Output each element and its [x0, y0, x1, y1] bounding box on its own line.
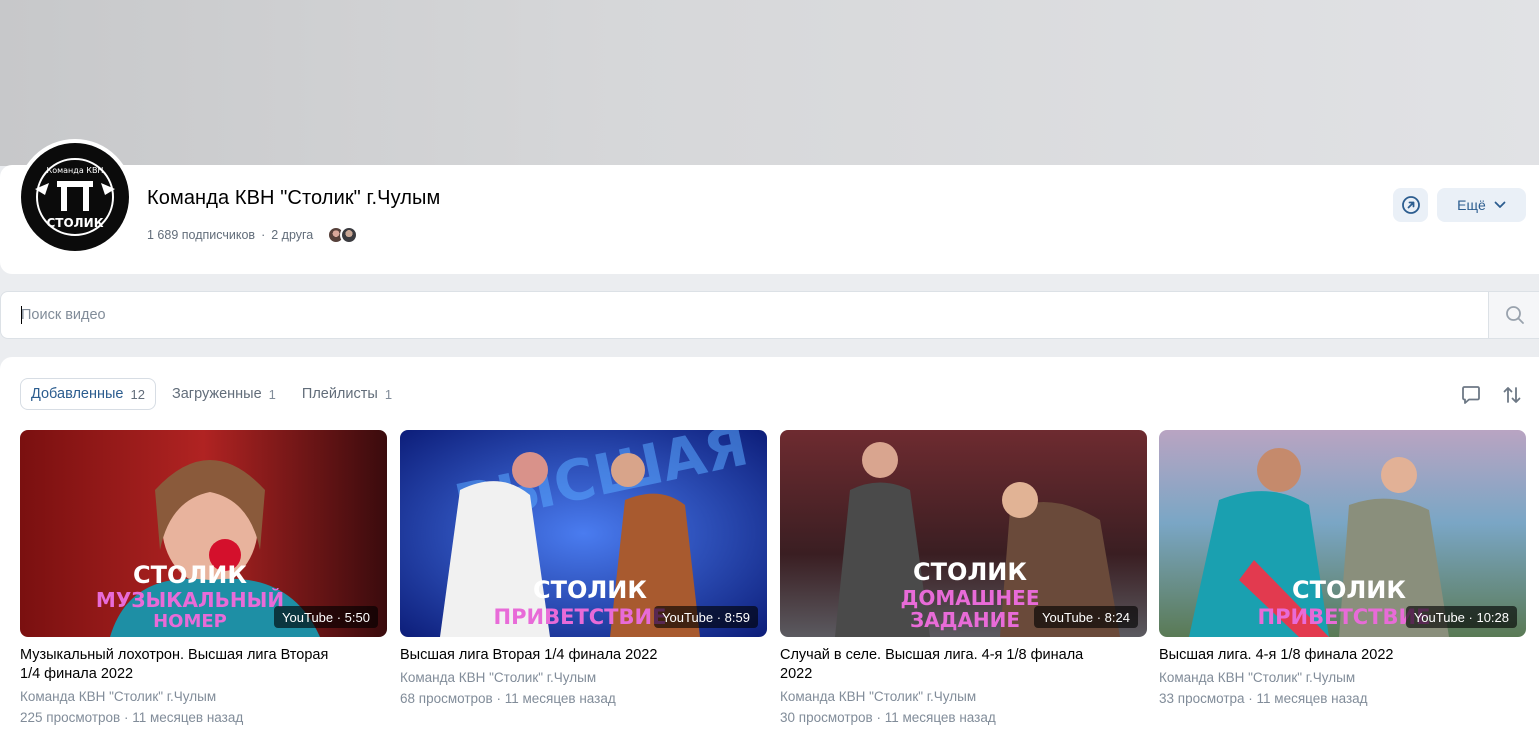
thumbnail-caption-line1: СТОЛИК	[533, 576, 647, 604]
thumbnail-caption-line2: ПРИВЕТСТВИЕ	[1258, 605, 1431, 629]
tab-count: 1	[384, 386, 393, 402]
videos-section: Добавленные 12 Загруженные 1 Плейлисты 1	[0, 357, 1539, 749]
tab-added[interactable]: Добавленные 12	[20, 378, 156, 410]
thumbnail-caption-line1: СТОЛИК	[133, 561, 247, 589]
friend-avatar[interactable]	[340, 226, 359, 244]
text-caret	[21, 306, 22, 324]
friends-avatars[interactable]	[327, 226, 359, 244]
video-title[interactable]: Музыкальный лохотрон. Высшая лига Вторая…	[20, 646, 340, 684]
duration-badge: YouTube · 10:28	[1405, 606, 1517, 628]
video-thumbnail[interactable]: СТОЛИК ДОМАШНЕЕ ЗАДАНИЕ YouTube · 8:24	[780, 430, 1147, 637]
video-title[interactable]: Высшая лига Вторая 1/4 финала 2022	[400, 646, 720, 665]
tab-uploaded[interactable]: Загруженные 1	[162, 378, 286, 410]
video-title[interactable]: Высшая лига. 4-я 1/8 финала 2022	[1159, 646, 1479, 665]
thumbnail-caption-line2: ДОМАШНЕЕ	[901, 586, 1040, 610]
tab-label: Плейлисты	[301, 386, 378, 402]
video-author[interactable]: Команда КВН "Столик" г.Чулым	[780, 688, 1147, 706]
video-author[interactable]: Команда КВН "Столик" г.Чулым	[1159, 669, 1526, 687]
search-icon	[1505, 306, 1524, 324]
friends-count[interactable]: 2 друга	[271, 228, 313, 242]
group-cover	[0, 0, 1539, 166]
tab-count: 1	[268, 386, 276, 402]
duration-badge: YouTube · 8:59	[654, 606, 758, 628]
duration-badge: YouTube · 5:50	[274, 606, 378, 628]
video-card[interactable]: ВЫСШАЯ СТОЛИК ПРИВЕТСТВИЕ YouTube · 8:59…	[400, 430, 767, 708]
thumbnail-caption-line3: ЗАДАНИЕ	[910, 608, 1020, 632]
group-title: Команда КВН "Столик" г.Чулым	[147, 187, 441, 209]
comment-icon	[1462, 386, 1480, 404]
meta-separator: ·	[261, 228, 266, 242]
duration-badge: YouTube · 8:24	[1034, 606, 1138, 628]
more-button[interactable]: Ещё	[1437, 188, 1526, 222]
video-author[interactable]: Команда КВН "Столик" г.Чулым	[400, 669, 767, 687]
logo-text-bottom: СТОЛИК	[46, 216, 103, 230]
video-thumbnail[interactable]: ВЫСШАЯ СТОЛИК ПРИВЕТСТВИЕ YouTube · 8:59	[400, 430, 767, 637]
video-author[interactable]: Команда КВН "Столик" г.Чулым	[20, 688, 387, 706]
thumbnail-caption-line1: СТОЛИК	[913, 558, 1027, 586]
video-card[interactable]: СТОЛИК ПРИВЕТСТВИЕ YouTube · 10:28 Высша…	[1159, 430, 1526, 708]
share-button[interactable]	[1393, 188, 1428, 222]
subscribers-count[interactable]: 1 689 подписчиков	[147, 228, 255, 242]
thumbnail-caption-line3: НОМЕР	[153, 611, 227, 632]
search-input[interactable]	[1, 292, 1488, 338]
group-logo: Команда КВН СТОЛИК	[35, 158, 115, 236]
sort-button[interactable]	[1500, 383, 1524, 407]
search-bar	[0, 291, 1539, 339]
video-card[interactable]: СТОЛИК ДОМАШНЕЕ ЗАДАНИЕ YouTube · 8:24 С…	[780, 430, 1147, 727]
share-arrow-icon	[1401, 196, 1420, 214]
video-stats: 225 просмотров · 11 месяцев назад	[20, 710, 244, 725]
tab-playlists[interactable]: Плейлисты 1	[292, 378, 402, 410]
video-thumbnail[interactable]: СТОЛИК ПРИВЕТСТВИЕ YouTube · 10:28	[1159, 430, 1526, 637]
group-avatar[interactable]: Команда КВН СТОЛИК	[17, 139, 133, 255]
tab-label: Добавленные	[31, 386, 124, 402]
tab-label: Загруженные	[171, 386, 262, 402]
group-header	[0, 165, 1539, 274]
search-button[interactable]	[1488, 292, 1539, 338]
video-title[interactable]: Случай в селе. Высшая лига. 4-я 1/8 фина…	[780, 646, 1100, 684]
sort-icon	[1503, 387, 1521, 403]
comments-toggle-button[interactable]	[1459, 383, 1483, 407]
video-card[interactable]: СТОЛИК МУЗЫКАЛЬНЫЙ НОМЕР YouTube · 5:50 …	[20, 430, 387, 727]
video-stats: 68 просмотров · 11 месяцев назад	[400, 691, 616, 706]
thumbnail-caption-line2: МУЗЫКАЛЬНЫЙ	[96, 588, 284, 612]
thumbnail-caption-line1: СТОЛИК	[1292, 576, 1406, 604]
video-stats: 33 просмотра · 11 месяцев назад	[1159, 691, 1368, 706]
logo-text-top: Команда КВН	[47, 166, 104, 175]
group-meta: 1 689 подписчиков · 2 друга	[147, 226, 359, 244]
video-thumbnail[interactable]: СТОЛИК МУЗЫКАЛЬНЫЙ НОМЕР YouTube · 5:50	[20, 430, 387, 637]
chevron-down-icon	[1494, 201, 1506, 208]
video-stats: 30 просмотров · 11 месяцев назад	[780, 710, 996, 725]
tab-count: 12	[130, 386, 145, 402]
video-tabs: Добавленные 12 Загруженные 1 Плейлисты 1	[20, 378, 402, 410]
thumbnail-caption-line2: ПРИВЕТСТВИЕ	[494, 605, 667, 629]
more-button-label: Ещё	[1457, 197, 1486, 213]
